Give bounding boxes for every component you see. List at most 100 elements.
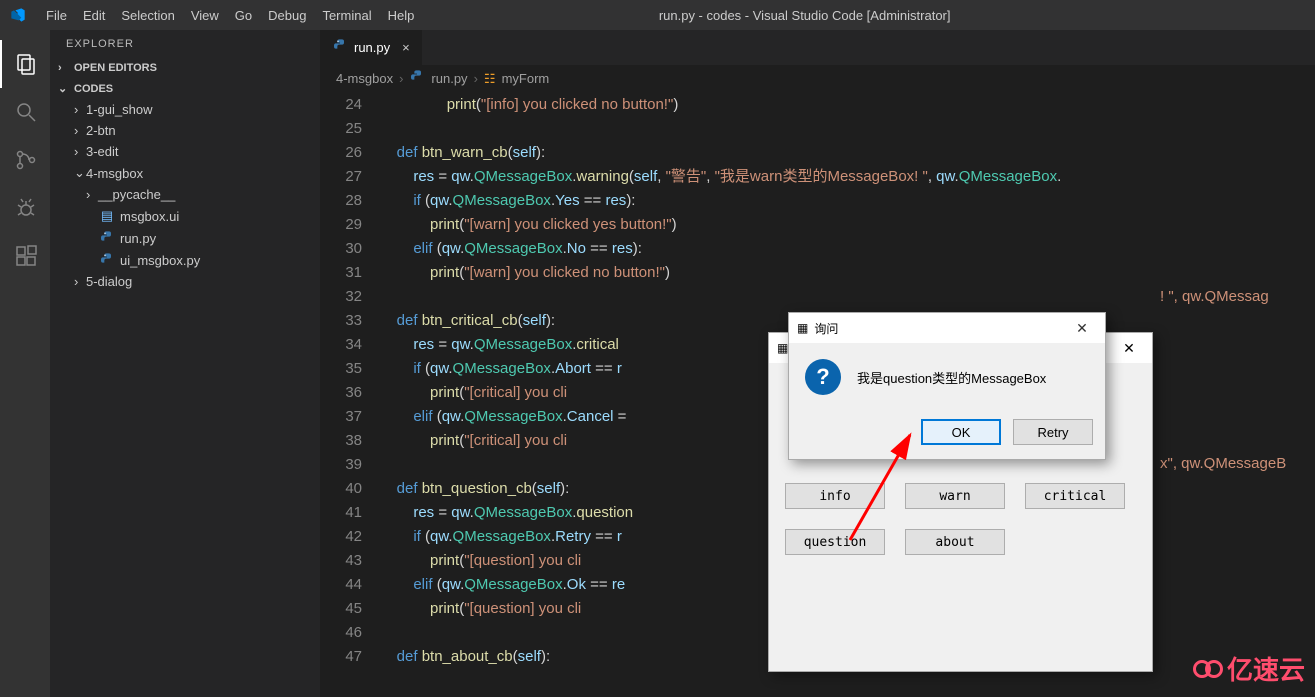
- chevron-down-icon: ⌄: [58, 82, 70, 95]
- editor-tabs: run.py ×: [320, 30, 1315, 65]
- chevron-right-icon: ›: [74, 144, 86, 159]
- form-question-button[interactable]: question: [785, 529, 885, 555]
- line-number: 47: [320, 645, 380, 669]
- menu-file[interactable]: File: [38, 8, 75, 23]
- class-icon: ☷: [484, 71, 496, 87]
- activity-explorer-icon[interactable]: [0, 40, 50, 88]
- menu-view[interactable]: View: [183, 8, 227, 23]
- line-number: 40: [320, 477, 380, 501]
- code-line[interactable]: 31 print("[warn] you clicked no button!"…: [320, 261, 1315, 285]
- file-item[interactable]: ▤msgbox.ui: [50, 205, 320, 227]
- code-line[interactable]: 24 print("[info] you clicked no button!"…: [320, 93, 1315, 117]
- file-item[interactable]: ui_msgbox.py: [50, 249, 320, 271]
- menu-selection[interactable]: Selection: [113, 8, 182, 23]
- chevron-right-icon: ›: [74, 102, 86, 117]
- question-mark-icon: ?: [805, 359, 841, 395]
- line-number: 38: [320, 429, 380, 453]
- folder-item[interactable]: ›3-edit: [50, 141, 320, 162]
- workspace-root-section[interactable]: ⌄ CODES: [50, 78, 320, 99]
- code-line[interactable]: 25: [320, 117, 1315, 141]
- breadcrumb-folder[interactable]: 4-msgbox: [336, 71, 393, 86]
- breadcrumb-symbol[interactable]: myForm: [502, 71, 550, 86]
- tree-item-label: __pycache__: [98, 187, 175, 202]
- messagebox-title: 询问: [814, 320, 838, 337]
- activity-search-icon[interactable]: [0, 88, 50, 136]
- tab-label: run.py: [354, 40, 390, 55]
- form-warn-button[interactable]: warn: [905, 483, 1005, 509]
- code-line[interactable]: 28 if (qw.QMessageBox.Yes == res):: [320, 189, 1315, 213]
- code-overflow-line-34: ! ", qw.QMessag: [1160, 287, 1269, 305]
- form-button-grid: info warn critical question about: [769, 463, 1152, 575]
- menu-help[interactable]: Help: [380, 8, 423, 23]
- tree-item-label: 2-btn: [86, 123, 116, 138]
- code-line[interactable]: 27 res = qw.QMessageBox.warning(self, "警…: [320, 165, 1315, 189]
- menu-debug[interactable]: Debug: [260, 8, 314, 23]
- folder-item[interactable]: ›5-dialog: [50, 271, 320, 292]
- activity-bar: [0, 30, 50, 697]
- vscode-logo-icon: [8, 5, 28, 25]
- breadcrumb-separator-icon: ›: [474, 71, 478, 86]
- folder-item[interactable]: ⌄4-msgbox: [50, 162, 320, 184]
- messagebox-app-icon: ▦: [797, 321, 808, 335]
- chevron-down-icon: ⌄: [74, 165, 86, 181]
- form-critical-button[interactable]: critical: [1025, 483, 1125, 509]
- line-number: 46: [320, 621, 380, 645]
- messagebox-message: 我是question类型的MessageBox: [857, 368, 1046, 387]
- folder-item[interactable]: ›1-gui_show: [50, 99, 320, 120]
- folder-item[interactable]: ›__pycache__: [50, 184, 320, 205]
- open-editors-label: OPEN EDITORS: [74, 62, 157, 74]
- python-file-icon: [98, 252, 116, 268]
- tree-item-label: 3-edit: [86, 144, 119, 159]
- messagebox-ok-button[interactable]: OK: [921, 419, 1001, 445]
- watermark-logo: 亿速云: [1193, 650, 1305, 687]
- ui-file-icon: ▤: [98, 208, 116, 224]
- code-line[interactable]: 26 def btn_warn_cb(self):: [320, 141, 1315, 165]
- menu-terminal[interactable]: Terminal: [314, 8, 379, 23]
- tab-run-py[interactable]: run.py ×: [320, 30, 423, 65]
- code-line[interactable]: 29 print("[warn] you clicked yes button!…: [320, 213, 1315, 237]
- python-file-icon: [332, 38, 348, 57]
- line-number: 29: [320, 213, 380, 237]
- folder-item[interactable]: ›2-btn: [50, 120, 320, 141]
- messagebox-question: ▦ 询问 ✕ ? 我是question类型的MessageBox OK Retr…: [788, 312, 1106, 460]
- form-close-icon[interactable]: ✕: [1114, 340, 1144, 357]
- tree-item-label: run.py: [120, 231, 156, 246]
- breadcrumbs[interactable]: 4-msgbox › run.py › ☷ myForm: [320, 65, 1315, 93]
- line-number: 31: [320, 261, 380, 285]
- explorer-title: EXPLORER: [50, 30, 320, 58]
- workspace-root-label: CODES: [74, 83, 113, 95]
- line-number: 44: [320, 573, 380, 597]
- chevron-right-icon: ›: [86, 187, 98, 202]
- tree-item-label: 5-dialog: [86, 274, 132, 289]
- line-number: 24: [320, 93, 380, 117]
- tab-close-icon[interactable]: ×: [402, 40, 410, 55]
- chevron-right-icon: ›: [58, 62, 70, 74]
- explorer-sidebar: EXPLORER › OPEN EDITORS ⌄ CODES ›1-gui_s…: [50, 30, 320, 697]
- line-number: 42: [320, 525, 380, 549]
- line-number: 30: [320, 237, 380, 261]
- form-info-button[interactable]: info: [785, 483, 885, 509]
- chevron-right-icon: ›: [74, 123, 86, 138]
- activity-debug-icon[interactable]: [0, 184, 50, 232]
- menu-go[interactable]: Go: [227, 8, 260, 23]
- line-number: 45: [320, 597, 380, 621]
- form-app-icon: ▦: [777, 341, 788, 355]
- messagebox-retry-button[interactable]: Retry: [1013, 419, 1093, 445]
- tree-item-label: 4-msgbox: [86, 166, 143, 181]
- watermark-text: 亿速云: [1227, 650, 1305, 687]
- menu-edit[interactable]: Edit: [75, 8, 113, 23]
- line-number: 27: [320, 165, 380, 189]
- line-number: 35: [320, 357, 380, 381]
- code-line[interactable]: 30 elif (qw.QMessageBox.No == res):: [320, 237, 1315, 261]
- open-editors-section[interactable]: › OPEN EDITORS: [50, 58, 320, 78]
- form-about-button[interactable]: about: [905, 529, 1005, 555]
- file-item[interactable]: run.py: [50, 227, 320, 249]
- activity-extensions-icon[interactable]: [0, 232, 50, 280]
- breadcrumb-file[interactable]: run.py: [431, 71, 467, 86]
- messagebox-close-icon[interactable]: ✕: [1067, 320, 1097, 337]
- activity-source-control-icon[interactable]: [0, 136, 50, 184]
- python-file-icon: [98, 230, 116, 246]
- line-number: 43: [320, 549, 380, 573]
- python-file-icon: [409, 69, 425, 88]
- messagebox-titlebar[interactable]: ▦ 询问 ✕: [789, 313, 1105, 343]
